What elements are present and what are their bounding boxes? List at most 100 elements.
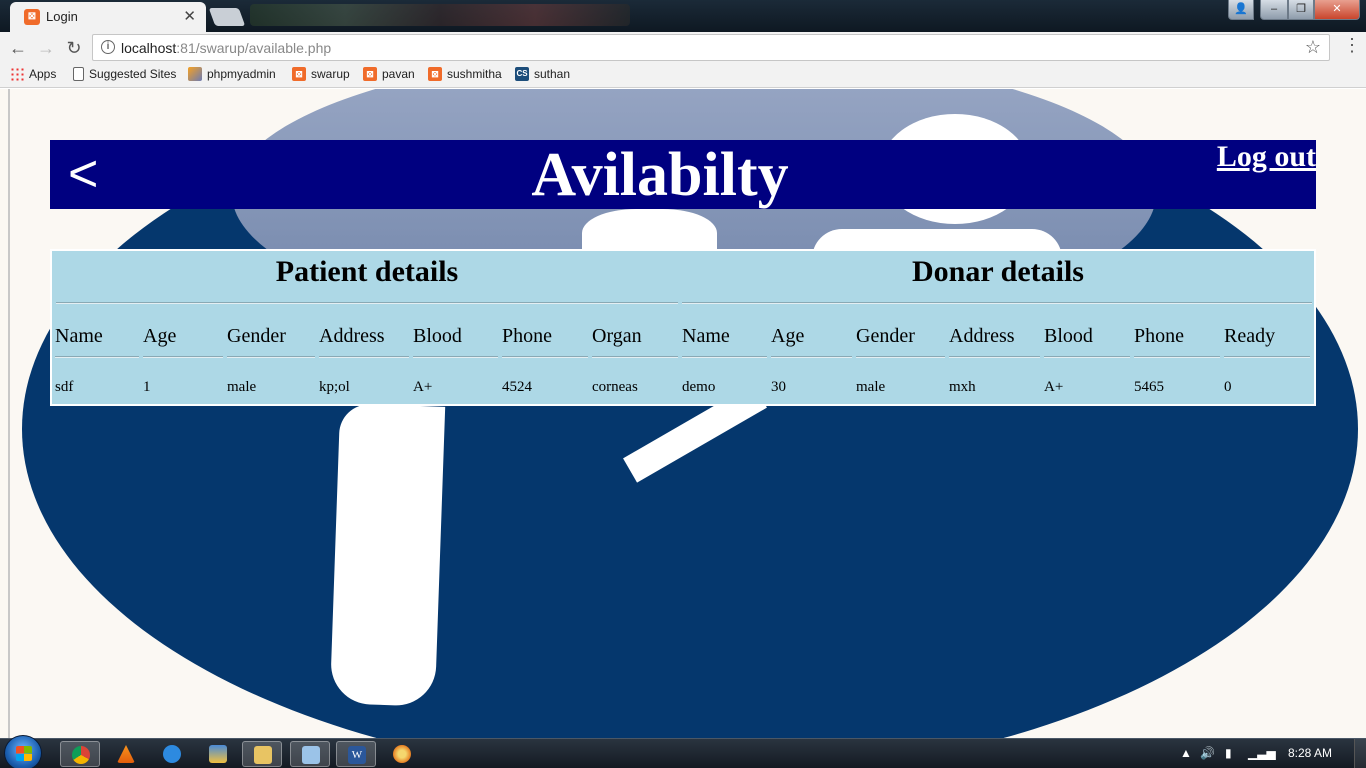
taskbar-vlc[interactable]: [106, 741, 146, 767]
reload-icon[interactable]: ↻: [63, 37, 85, 59]
table-cell: 30: [771, 379, 786, 395]
menu-icon[interactable]: ⋮: [1343, 35, 1361, 56]
word-icon: W: [348, 746, 366, 764]
show-desktop-button[interactable]: [1354, 739, 1366, 768]
table-cell: A+: [413, 379, 433, 395]
divider: [143, 356, 223, 358]
table-cell: corneas: [592, 379, 638, 395]
column-header: Name: [55, 325, 103, 347]
divider: [55, 356, 139, 358]
clock[interactable]: 8:28 AM: [1288, 746, 1332, 760]
column-header: Gender: [856, 325, 915, 347]
divider: [1224, 356, 1310, 358]
bookmark-phpmyadmin[interactable]: phpmyadmin: [188, 67, 276, 81]
column-header: Blood: [1044, 325, 1093, 347]
taskbar: W ▲ 🔊 ▮ ▁▃▅ 8:28 AM: [0, 735, 1366, 768]
divider: [592, 356, 678, 358]
info-icon[interactable]: i: [101, 40, 115, 54]
bookmark-star-icon[interactable]: ☆: [1305, 37, 1321, 58]
divider: [682, 356, 767, 358]
xampp-icon: ⊠: [363, 67, 377, 81]
column-header: Blood: [413, 325, 462, 347]
page-header: < Avilabilty Log out: [50, 140, 1316, 209]
tab-strip: ⊠ Login ✕ 👤 – ❐ ✕: [0, 0, 1366, 32]
folder-icon: [254, 746, 272, 764]
xampp-icon: ⊠: [292, 67, 306, 81]
notepad-icon: [302, 746, 320, 764]
taskbar-explorer[interactable]: [242, 741, 282, 767]
divider: [319, 356, 409, 358]
windows-logo-icon: [16, 746, 32, 761]
divider: [1134, 356, 1220, 358]
taskbar-paint[interactable]: [382, 741, 422, 767]
app-icon: [163, 745, 181, 763]
tab-title: Login: [46, 9, 78, 24]
table-cell: sdf: [55, 379, 74, 395]
close-window-button[interactable]: ✕: [1314, 0, 1360, 20]
bookmark-apps[interactable]: Apps: [10, 67, 56, 81]
bookmark-suggested-sites[interactable]: Suggested Sites: [73, 67, 176, 81]
network-icon[interactable]: ▁▃▅: [1248, 746, 1276, 760]
address-bar[interactable]: i localhost:81/swarup/available.php ☆: [92, 34, 1330, 61]
url-text[interactable]: localhost:81/swarup/available.php: [121, 40, 331, 56]
table-cell: male: [856, 379, 886, 395]
column-header: Phone: [502, 325, 552, 347]
column-header: Name: [682, 325, 730, 347]
background-figure-leg: [329, 403, 446, 707]
divider: [413, 356, 498, 358]
column-header: Gender: [227, 325, 286, 347]
table-cell: male: [227, 379, 257, 395]
tab-login[interactable]: ⊠ Login ✕: [10, 2, 206, 32]
taskbar-notepad[interactable]: [290, 741, 330, 767]
minimize-button[interactable]: –: [1260, 0, 1288, 20]
table-cell: 1: [143, 379, 151, 395]
taskbar-app[interactable]: [198, 741, 238, 767]
bookmark-suthan[interactable]: CS suthan: [515, 67, 570, 81]
apps-icon: [10, 67, 24, 81]
bookmark-label: suthan: [534, 67, 571, 81]
new-tab-button[interactable]: [208, 8, 246, 26]
divider: [227, 356, 315, 358]
profile-icon[interactable]: 👤: [1228, 0, 1254, 20]
divider: [949, 356, 1040, 358]
xampp-icon: ⊠: [24, 9, 40, 25]
bookmark-label: pavan: [382, 67, 415, 81]
column-header: Address: [949, 325, 1015, 347]
back-arrow-icon[interactable]: ←: [7, 37, 29, 59]
taskbar-app[interactable]: [152, 741, 192, 767]
vlc-icon: [117, 745, 135, 763]
donor-details-heading: Donar details: [912, 255, 1084, 288]
page-icon: [73, 67, 84, 81]
url-host: localhost: [121, 40, 177, 56]
bookmark-sushmitha[interactable]: ⊠ sushmitha: [428, 67, 502, 81]
app-icon: [209, 745, 227, 763]
taskbar-chrome[interactable]: [60, 741, 100, 767]
taskbar-word[interactable]: W: [336, 741, 376, 767]
bookmark-label: swarup: [311, 67, 350, 81]
tray-expand-icon[interactable]: ▲: [1180, 746, 1192, 760]
divider: [502, 356, 588, 358]
page-viewport: < Avilabilty Log out Patient details Don…: [0, 89, 1366, 738]
xampp-icon: ⊠: [428, 67, 442, 81]
table-cell: kp;ol: [319, 379, 350, 395]
power-icon[interactable]: ▮: [1225, 746, 1232, 760]
divider: [771, 356, 852, 358]
page-title: Avilabilty: [531, 141, 789, 209]
close-tab-icon[interactable]: ✕: [183, 7, 196, 25]
cs-icon: CS: [515, 67, 529, 81]
maximize-button[interactable]: ❐: [1288, 0, 1314, 20]
url-path: :81/swarup/available.php: [176, 40, 332, 56]
chrome-icon: [72, 746, 90, 764]
start-button[interactable]: [4, 735, 42, 768]
blurred-background: [250, 4, 630, 26]
volume-icon[interactable]: 🔊: [1200, 746, 1215, 760]
forward-arrow-icon[interactable]: →: [35, 37, 57, 59]
paint-icon: [393, 745, 411, 763]
page-border: [8, 89, 10, 738]
column-header: Ready: [1224, 325, 1276, 347]
bookmark-swarup[interactable]: ⊠ swarup: [292, 67, 350, 81]
logout-link[interactable]: Log out: [1217, 140, 1316, 174]
column-header: Age: [143, 325, 177, 347]
bookmark-pavan[interactable]: ⊠ pavan: [363, 67, 415, 81]
column-header: Age: [771, 325, 805, 347]
